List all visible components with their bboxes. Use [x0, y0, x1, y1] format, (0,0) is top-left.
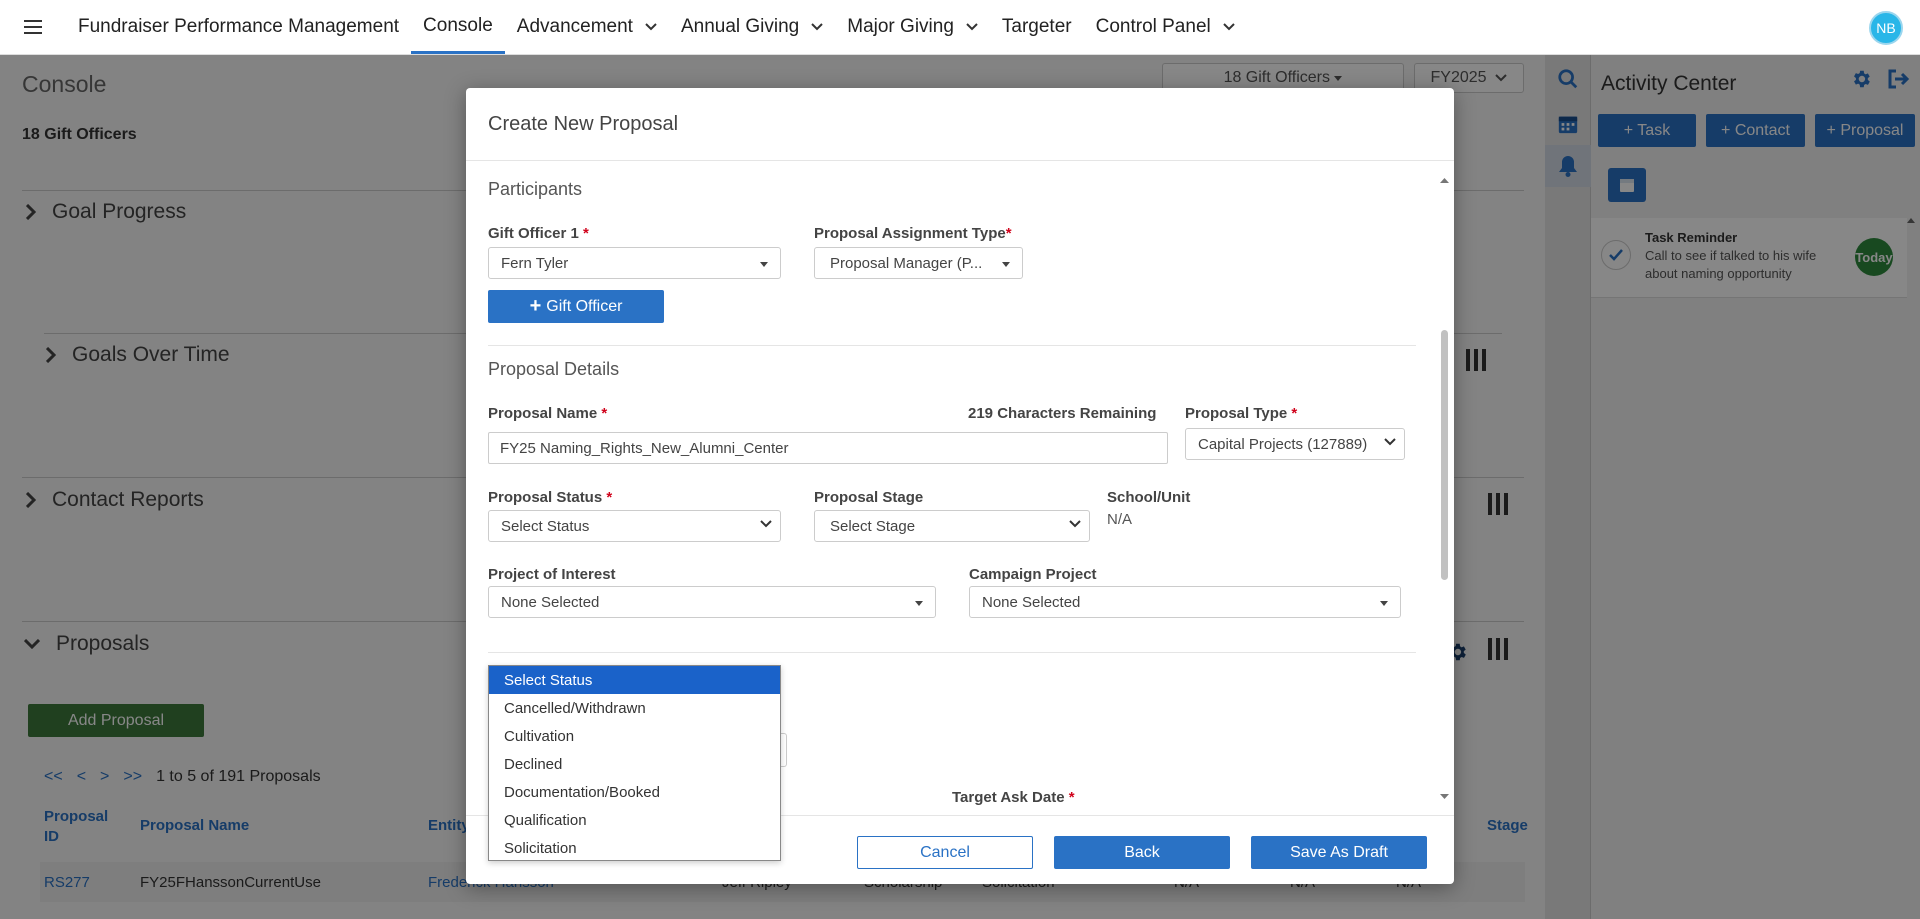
add-gift-officer-button[interactable]: + Gift Officer: [488, 290, 664, 323]
status-option[interactable]: Declined: [489, 750, 780, 778]
nav-annual-giving[interactable]: Annual Giving: [669, 0, 835, 54]
gift-officer-label: Gift Officer 1 *: [488, 225, 589, 242]
proposal-status-label: Proposal Status *: [488, 489, 612, 506]
project-of-interest-label: Project of Interest: [488, 566, 616, 583]
nav-label: Major Giving: [847, 16, 954, 37]
nav-fundraiser-performance-management[interactable]: Fundraiser Performance Management: [66, 0, 411, 54]
label-text: Proposal Name: [488, 405, 598, 422]
label-text: Proposal Status: [488, 489, 603, 506]
nav-console[interactable]: Console: [411, 0, 505, 54]
participants-heading: Participants: [488, 179, 583, 199]
select-value: Select Status: [501, 517, 590, 535]
proposal-type-label: Proposal Type *: [1185, 405, 1297, 422]
hamburger-menu-icon[interactable]: [0, 0, 66, 54]
chevron-down-icon: [1223, 23, 1235, 31]
assignment-type-select[interactable]: Proposal Manager (P...: [814, 247, 1023, 279]
required-marker: *: [606, 489, 613, 506]
school-unit-value: N/A: [1107, 511, 1133, 528]
select-value: None Selected: [982, 593, 1081, 611]
characters-remaining: 219 Characters Remaining: [968, 405, 1157, 422]
label-text: Proposal Type: [1185, 405, 1288, 422]
proposal-status-select[interactable]: Select Status: [488, 510, 781, 542]
scroll-down-arrow-icon[interactable]: [1440, 794, 1449, 799]
chevron-down-icon: [645, 23, 657, 31]
cancel-button[interactable]: Cancel: [857, 836, 1033, 869]
select-value: Capital Projects (127889): [1198, 435, 1368, 453]
proposal-type-select[interactable]: Capital Projects (127889): [1185, 428, 1405, 460]
nav-advancement[interactable]: Advancement: [505, 0, 669, 54]
nav-targeter[interactable]: Targeter: [990, 0, 1084, 54]
project-of-interest-select[interactable]: None Selected: [488, 586, 936, 618]
proposal-details-heading: Proposal Details: [488, 359, 620, 379]
label-text: Target Ask Date: [952, 789, 1065, 806]
status-option[interactable]: Select Status: [489, 666, 780, 694]
proposal-stage-label: Proposal Stage: [814, 489, 924, 506]
nav-label: Targeter: [1001, 16, 1072, 37]
chevron-down-icon: [811, 23, 823, 31]
select-value: Select Stage: [830, 517, 916, 535]
select-value: Proposal Manager (P...: [830, 254, 983, 272]
caret-down-icon: [1002, 262, 1010, 267]
label-text: Gift Officer 1: [488, 225, 579, 242]
caret-down-icon: [915, 601, 923, 606]
chevron-down-icon: [1069, 520, 1081, 528]
required-marker: *: [1291, 405, 1298, 422]
nav-label: Console: [423, 14, 493, 36]
target-ask-date-label: Target Ask Date *: [952, 789, 1075, 806]
divider: [488, 345, 1416, 346]
nav-label: Advancement: [516, 16, 633, 37]
nav-label: Control Panel: [1095, 16, 1211, 37]
proposal-status-options: Select Status Cancelled/Withdrawn Cultiv…: [488, 665, 781, 861]
required-marker: *: [601, 405, 608, 422]
scroll-up-arrow-icon[interactable]: [1440, 178, 1449, 183]
nav-label: Annual Giving: [680, 16, 800, 37]
caret-down-icon: [1380, 601, 1388, 606]
plus-icon: +: [529, 295, 542, 317]
gift-officer-select[interactable]: Fern Tyler: [488, 247, 781, 279]
chevron-down-icon: [760, 520, 772, 528]
required-marker: *: [1005, 225, 1012, 242]
nav-major-giving[interactable]: Major Giving: [835, 0, 990, 54]
nav-label: Fundraiser Performance Management: [78, 16, 400, 37]
chevron-down-icon: [966, 23, 978, 31]
status-option[interactable]: Cultivation: [489, 722, 780, 750]
modal-scrollbar[interactable]: [1441, 330, 1448, 580]
button-label: Gift Officer: [546, 297, 623, 315]
chevron-down-icon: [1384, 438, 1396, 446]
required-marker: *: [583, 225, 589, 242]
assignment-type-label: Proposal Assignment Type*: [814, 225, 1012, 242]
status-option[interactable]: Qualification: [489, 806, 780, 834]
proposal-name-input[interactable]: FY25 Naming_Rights_New_Alumni_Center: [488, 432, 1168, 464]
divider: [488, 652, 1416, 653]
school-unit-label: School/Unit: [1107, 489, 1191, 506]
campaign-project-label: Campaign Project: [969, 566, 1097, 583]
modal-title: Create New Proposal: [466, 88, 1454, 161]
user-avatar[interactable]: NB: [1869, 11, 1903, 45]
nav-control-panel[interactable]: Control Panel: [1084, 0, 1247, 54]
back-button[interactable]: Back: [1054, 836, 1230, 869]
required-marker: *: [1068, 789, 1075, 806]
save-as-draft-button[interactable]: Save As Draft: [1251, 836, 1427, 869]
caret-down-icon: [760, 262, 768, 267]
select-value: None Selected: [501, 593, 600, 611]
label-text: Proposal Assignment Type: [814, 225, 1006, 242]
status-option[interactable]: Documentation/Booked: [489, 778, 780, 806]
proposal-stage-select[interactable]: Select Stage: [814, 510, 1090, 542]
status-option[interactable]: Solicitation: [489, 834, 780, 862]
select-value: Fern Tyler: [501, 254, 569, 272]
status-option[interactable]: Cancelled/Withdrawn: [489, 694, 780, 722]
top-navigation: Fundraiser Performance Management Consol…: [0, 0, 1920, 55]
campaign-project-select[interactable]: None Selected: [969, 586, 1401, 618]
proposal-name-label: Proposal Name *: [488, 405, 607, 422]
